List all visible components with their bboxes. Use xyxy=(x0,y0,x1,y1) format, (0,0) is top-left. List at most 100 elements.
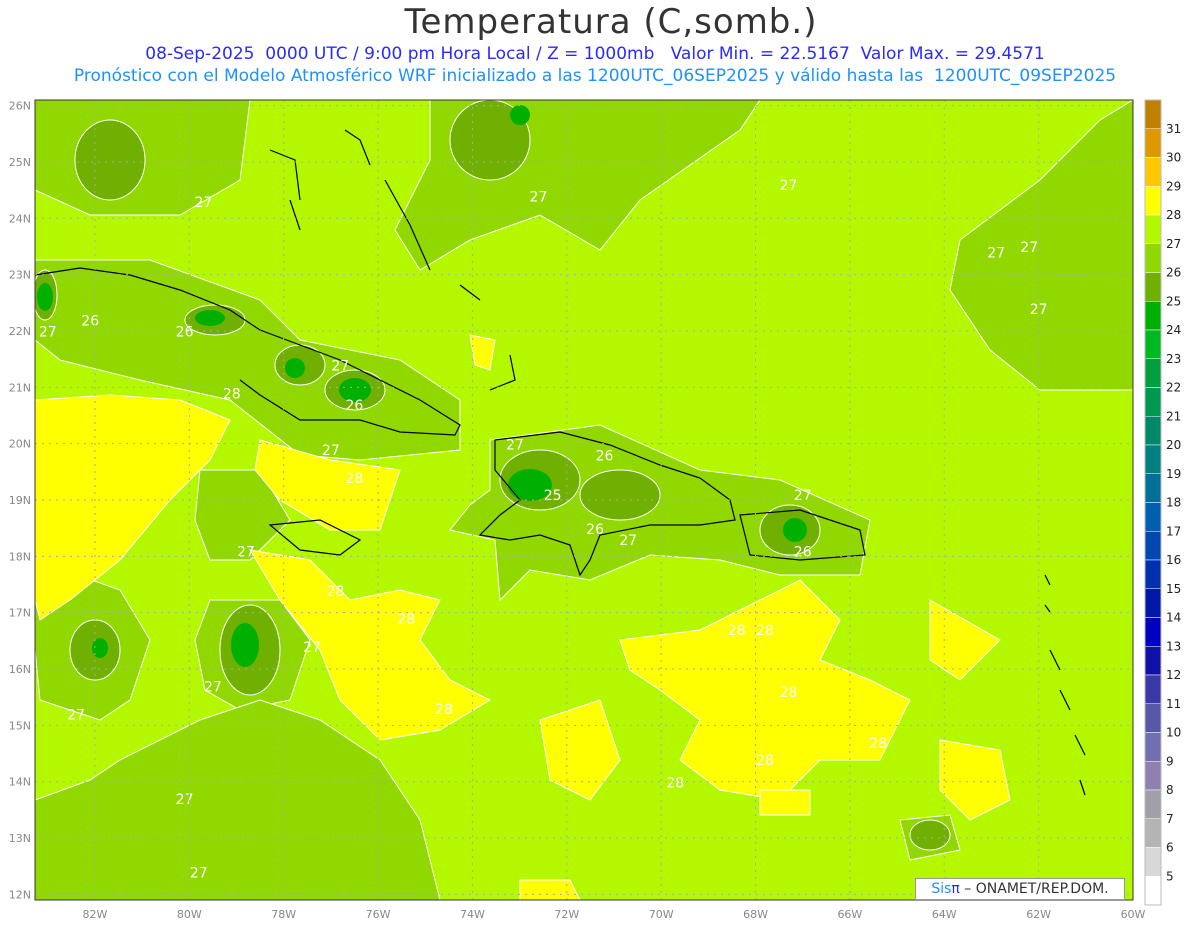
colorbar-label: 22 xyxy=(1166,381,1181,395)
contour-label: 28 xyxy=(346,471,364,487)
colorbar-swatch xyxy=(1144,761,1162,791)
colorbar-label: 16 xyxy=(1166,553,1181,567)
colorbar-label: 13 xyxy=(1166,639,1181,653)
contour-label: 25 xyxy=(544,488,562,504)
lat-label: 24N xyxy=(9,212,31,225)
contour-label: 27 xyxy=(176,792,194,808)
credit-text: – ONAMET/REP.DOM. xyxy=(959,881,1109,897)
contour-label: 27 xyxy=(987,246,1005,262)
colorbar-swatch xyxy=(1144,646,1162,676)
contour-label: 27 xyxy=(195,195,213,211)
colorbar-swatch xyxy=(1144,502,1162,532)
contour-label: 26 xyxy=(596,449,614,465)
colorbar-label: 8 xyxy=(1166,783,1174,797)
lon-label: 68W xyxy=(743,908,768,921)
colorbar-swatch xyxy=(1144,214,1162,244)
lat-label: 16N xyxy=(9,663,31,676)
colorbar-label: 6 xyxy=(1166,841,1174,855)
colorbar-label: 28 xyxy=(1166,208,1181,222)
contour-label: 27 xyxy=(794,488,812,504)
lon-label: 60W xyxy=(1121,908,1146,921)
lat-label: 19N xyxy=(9,494,31,507)
colorbar-label: 24 xyxy=(1166,323,1181,337)
colorbar-swatch xyxy=(1144,416,1162,446)
colorbar-swatch xyxy=(1144,444,1162,474)
contour-label: 27 xyxy=(780,178,798,194)
contour-label: 27 xyxy=(303,640,321,656)
colorbar-label: 14 xyxy=(1166,611,1181,625)
credit-box: Sisπ – ONAMET/REP.DOM. xyxy=(915,878,1125,900)
colorbar-label: 19 xyxy=(1166,467,1181,481)
colorbar-label: 23 xyxy=(1166,352,1181,366)
credit-sis: Sis xyxy=(931,881,952,897)
contour-label: 28 xyxy=(728,623,746,639)
colorbar-swatch xyxy=(1144,876,1162,906)
contour-label: 28 xyxy=(780,685,798,701)
colorbar-label: 7 xyxy=(1166,812,1174,826)
lat-label: 20N xyxy=(9,438,31,451)
lat-label: 12N xyxy=(9,888,31,901)
colorbar-swatch xyxy=(1144,243,1162,273)
colorbar: 31 30 29 28 27 26 25 24 23 22 21 20 19 18 17 16 15 14 13 12… xyxy=(1144,99,1181,906)
lon-label: 82W xyxy=(82,908,107,921)
lon-label: 62W xyxy=(1026,908,1051,921)
lat-label: 13N xyxy=(9,832,31,845)
contour-label: 27 xyxy=(39,325,57,341)
contour-label: 27 xyxy=(237,544,255,560)
colorbar-swatch xyxy=(1144,588,1162,618)
contour-label: 26 xyxy=(794,544,812,560)
contour-label: 28 xyxy=(756,753,774,769)
contour-label: 27 xyxy=(67,708,85,724)
lat-label: 26N xyxy=(9,100,31,113)
colorbar-swatch xyxy=(1144,732,1162,762)
colorbar-label: 10 xyxy=(1166,726,1181,740)
longitude-labels: 82W 80W 78W 76W 74W 72W 70W 68W 66W 64W 62W 60W xyxy=(82,908,1145,921)
contour-label: 27 xyxy=(530,189,548,205)
contour-label: 26 xyxy=(176,325,194,341)
lat-label: 23N xyxy=(9,269,31,282)
contour-label: 27 xyxy=(204,680,222,696)
colorbar-label: 27 xyxy=(1166,237,1181,251)
colorbar-swatch xyxy=(1144,358,1162,388)
colorbar-label: 31 xyxy=(1166,122,1181,136)
lat-label: 14N xyxy=(9,776,31,789)
lon-label: 74W xyxy=(460,908,485,921)
colorbar-swatch xyxy=(1144,703,1162,733)
colorbar-label: 5 xyxy=(1166,869,1174,883)
colorbar-swatch xyxy=(1144,157,1162,187)
credit-pi: π xyxy=(951,881,960,897)
contour-label: 28 xyxy=(756,623,774,639)
contour-label: 28 xyxy=(223,387,241,403)
lon-label: 70W xyxy=(649,908,674,921)
contour-label: 27 xyxy=(322,443,340,459)
colorbar-label: 17 xyxy=(1166,524,1181,538)
lon-label: 76W xyxy=(366,908,391,921)
colorbar-swatch xyxy=(1144,329,1162,359)
lat-label: 18N xyxy=(9,550,31,563)
lat-label: 17N xyxy=(9,607,31,620)
lat-label: 25N xyxy=(9,156,31,169)
colorbar-label: 20 xyxy=(1166,438,1181,452)
contour-label: 27 xyxy=(506,437,524,453)
colorbar-swatch xyxy=(1144,99,1162,129)
colorbar-swatch xyxy=(1144,818,1162,848)
lon-label: 80W xyxy=(177,908,202,921)
latitude-labels: 26N 25N 24N 23N 22N 21N 20N 19N 18N 17N 16N 15N 14N 1… xyxy=(9,100,31,902)
lon-label: 72W xyxy=(554,908,579,921)
colorbar-label: 21 xyxy=(1166,409,1181,423)
colorbar-swatch xyxy=(1144,473,1162,503)
colorbar-label: 18 xyxy=(1166,496,1181,510)
lat-label: 15N xyxy=(9,719,31,732)
colorbar-label: 11 xyxy=(1166,697,1181,711)
colorbar-swatch xyxy=(1144,128,1162,158)
colorbar-label: 12 xyxy=(1166,668,1181,682)
colorbar-swatch xyxy=(1144,387,1162,417)
colorbar-label: 30 xyxy=(1166,151,1181,165)
contour-label: 28 xyxy=(869,736,887,752)
colorbar-swatch xyxy=(1144,847,1162,877)
contour-label: 27 xyxy=(619,533,637,549)
contour-label: 27 xyxy=(331,358,349,374)
colorbar-swatch xyxy=(1144,789,1162,819)
colorbar-swatch xyxy=(1144,272,1162,302)
colorbar-label: 25 xyxy=(1166,294,1181,308)
